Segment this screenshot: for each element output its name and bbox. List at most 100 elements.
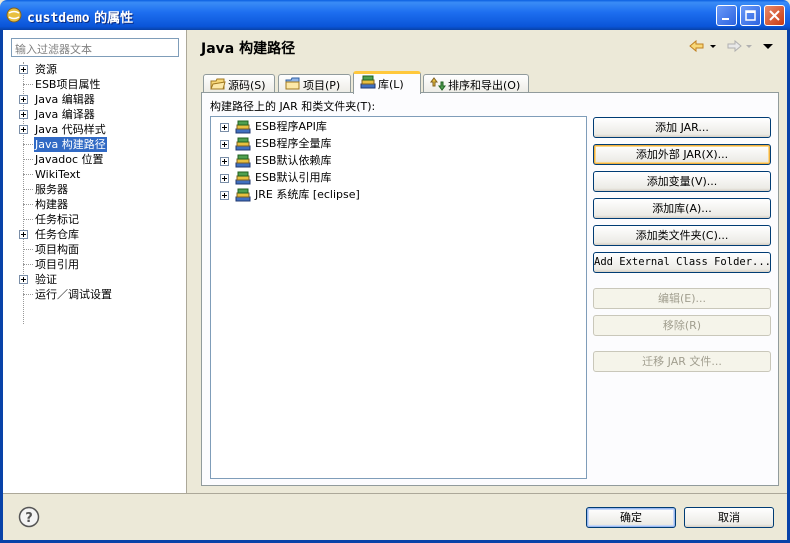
- tree-item[interactable]: Java 代码样式: [3, 122, 187, 137]
- window-title: custdemo 的属性: [27, 11, 134, 26]
- tree-connector: [23, 249, 33, 250]
- library-entry[interactable]: ESB默认依赖库: [211, 153, 581, 169]
- forward-menu-chevron-icon[interactable]: [746, 45, 752, 48]
- remove-button[interactable]: 移除(R): [593, 315, 771, 336]
- tree-item-label: Javadoc 位置: [35, 153, 104, 166]
- add-variable-button[interactable]: 添加变量(V)...: [593, 171, 771, 192]
- library-entry[interactable]: ESB程序API库: [211, 119, 581, 135]
- library-label: ESB默认引用库: [255, 171, 332, 184]
- tree-item-label: Java 编辑器: [35, 93, 95, 106]
- library-entry[interactable]: ESB程序全量库: [211, 136, 581, 152]
- tab-order-export[interactable]: 排序和导出(O): [423, 74, 529, 93]
- add-library-button[interactable]: 添加库(A)...: [593, 198, 771, 219]
- cancel-button[interactable]: 取消: [684, 507, 774, 528]
- edit-button[interactable]: 编辑(E)...: [593, 288, 771, 309]
- tree-connector: [23, 204, 33, 205]
- title-bar[interactable]: custdemo 的属性: [0, 0, 790, 30]
- tree-item[interactable]: 任务仓库: [3, 227, 187, 242]
- tree-item[interactable]: 项目引用: [3, 257, 187, 272]
- library-icon: [235, 171, 251, 185]
- tree-item-label: WikiText: [35, 168, 81, 181]
- expand-icon[interactable]: [220, 191, 229, 200]
- view-menu-icon[interactable]: [763, 44, 773, 49]
- preference-tree: 资源 ESB项目属性 Java 编辑器 Java 编译器 Java 代码样式 Java 构…: [3, 62, 187, 302]
- expand-icon[interactable]: [19, 110, 28, 119]
- ok-button[interactable]: 确定: [586, 507, 676, 528]
- close-icon: [769, 10, 780, 21]
- help-icon[interactable]: ?: [18, 506, 40, 528]
- tree-item[interactable]: ESB项目属性: [3, 77, 187, 92]
- tree-item[interactable]: Java 编辑器: [3, 92, 187, 107]
- back-arrow-icon[interactable]: [689, 39, 704, 53]
- tree-item[interactable]: 项目构面: [3, 242, 187, 257]
- add-external-class-folder-button[interactable]: Add External Class Folder...: [593, 252, 771, 273]
- tree-item[interactable]: Java 编译器: [3, 107, 187, 122]
- tree-connector: [23, 294, 33, 295]
- tree-item-label: Java 构建路径: [34, 137, 107, 152]
- tree-item[interactable]: WikiText: [3, 167, 187, 182]
- maximize-button[interactable]: [740, 5, 761, 26]
- tree-item[interactable]: Java 构建路径: [3, 137, 187, 152]
- tree-item[interactable]: 构建器: [3, 197, 187, 212]
- library-tree[interactable]: ESB程序API库 ESB程序全量库 ESB默认依赖库 ESB默认引用库 JRE 系统库…: [210, 116, 587, 479]
- footer-separator: [3, 493, 787, 494]
- expand-icon[interactable]: [220, 157, 229, 166]
- tab-libraries[interactable]: 库(L): [353, 71, 421, 94]
- tree-item[interactable]: 资源: [3, 62, 187, 77]
- expand-icon[interactable]: [220, 140, 229, 149]
- expand-icon[interactable]: [19, 125, 28, 134]
- source-folder-icon: [210, 78, 226, 90]
- tree-item[interactable]: 任务标记: [3, 212, 187, 227]
- library-icon: [235, 154, 251, 168]
- expand-icon[interactable]: [19, 65, 28, 74]
- page-navigation: [688, 38, 778, 56]
- tree-connector: [23, 189, 33, 190]
- minimize-button[interactable]: [716, 5, 737, 26]
- tree-item-label: ESB项目属性: [35, 78, 101, 91]
- close-button[interactable]: [764, 5, 785, 26]
- tree-item-label: 服务器: [35, 183, 68, 196]
- eclipse-icon: [6, 7, 22, 23]
- library-label: JRE 系统库 [eclipse]: [255, 188, 360, 201]
- tree-connector: [23, 159, 33, 160]
- library-label: ESB默认依赖库: [255, 154, 332, 167]
- svg-text:?: ?: [25, 511, 33, 526]
- tree-item-label: 项目构面: [35, 243, 79, 256]
- library-icon: [360, 75, 376, 89]
- tree-item-label: 构建器: [35, 198, 68, 211]
- order-export-icon: [430, 77, 446, 91]
- tree-item[interactable]: 服务器: [3, 182, 187, 197]
- filter-input[interactable]: 输入过滤器文本: [11, 38, 179, 57]
- forward-arrow-icon[interactable]: [727, 39, 742, 53]
- library-label: ESB程序API库: [255, 120, 327, 133]
- library-entry[interactable]: ESB默认引用库: [211, 170, 581, 186]
- expand-icon[interactable]: [19, 230, 28, 239]
- migrate-jar-button[interactable]: 迁移 JAR 文件...: [593, 351, 771, 372]
- tab-source[interactable]: 源码(S): [203, 74, 275, 93]
- tree-item[interactable]: 验证: [3, 272, 187, 287]
- tree-item-label: 项目引用: [35, 258, 79, 271]
- back-menu-chevron-icon[interactable]: [710, 45, 716, 48]
- library-icon: [235, 188, 251, 202]
- page-title: Java 构建路径: [201, 41, 296, 57]
- navigation-pane: 输入过滤器文本 资源 ESB项目属性 Java 编辑器 Java 编译器 Java 代码…: [3, 30, 187, 493]
- tree-item-label: 验证: [35, 273, 57, 286]
- tree-item-label: 资源: [35, 63, 57, 76]
- tree-item[interactable]: 运行／调试设置: [3, 287, 187, 302]
- expand-icon[interactable]: [19, 95, 28, 104]
- tree-item[interactable]: Javadoc 位置: [3, 152, 187, 167]
- expand-icon[interactable]: [19, 275, 28, 284]
- tree-item-label: Java 代码样式: [35, 123, 106, 136]
- add-class-folder-button[interactable]: 添加类文件夹(C)...: [593, 225, 771, 246]
- add-external-jar-button[interactable]: 添加外部 JAR(X)...: [593, 144, 771, 165]
- build-path-label: 构建路径上的 JAR 和类文件夹(T):: [210, 100, 376, 113]
- maximize-icon: [745, 10, 756, 21]
- expand-icon[interactable]: [220, 174, 229, 183]
- tree-connector: [23, 219, 33, 220]
- tree-item-label: 运行／调试设置: [35, 288, 112, 301]
- tab-projects[interactable]: 项目(P): [278, 74, 351, 93]
- add-jar-button[interactable]: 添加 JAR...: [593, 117, 771, 138]
- tree-connector: [23, 174, 33, 175]
- expand-icon[interactable]: [220, 123, 229, 132]
- library-entry[interactable]: JRE 系统库 [eclipse]: [211, 187, 581, 203]
